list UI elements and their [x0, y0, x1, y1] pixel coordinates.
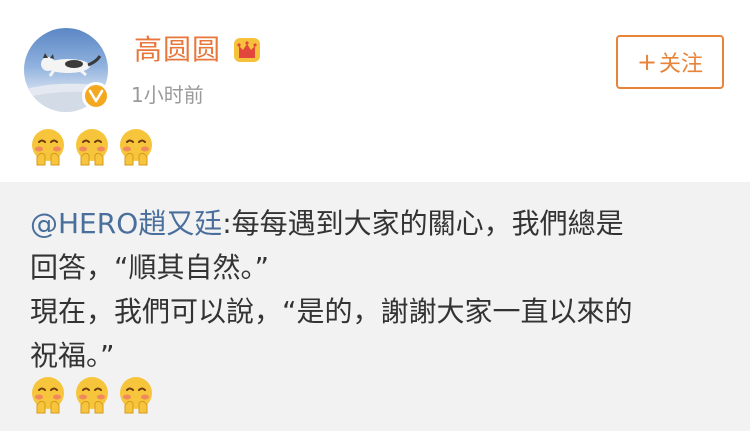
timestamp: 1小时前 [131, 83, 204, 107]
repost-line-4: 祝福。” [30, 339, 115, 372]
shy-blush-emoji [118, 127, 154, 167]
avatar-wrap[interactable] [24, 28, 110, 112]
shy-blush-emoji [30, 375, 66, 415]
crown-icon[interactable] [231, 35, 263, 65]
verified-v-icon [82, 82, 110, 110]
follow-button[interactable]: + 关注 [616, 35, 724, 89]
repost-line-1: @HERO趙又廷:每每遇到大家的關心，我們總是 [30, 202, 730, 246]
follow-label: 关注 [659, 52, 704, 77]
username[interactable]: 高圆圆 [134, 32, 221, 68]
shy-blush-emoji [30, 127, 66, 167]
repost-text: @HERO趙又廷:每每遇到大家的關心，我們總是 回答，“順其自然。” 現在，我們… [30, 202, 730, 378]
emoji-row-bottom [30, 375, 154, 415]
shy-blush-emoji [74, 375, 110, 415]
shy-blush-emoji [74, 127, 110, 167]
mention-link[interactable]: @HERO趙又廷 [30, 207, 222, 240]
repost-line-3: 現在，我們可以說，“是的，謝謝大家一直以來的 [30, 295, 633, 328]
repost-line-2: 回答，“順其自然。” [30, 251, 270, 284]
repost-line-1-text: :每每遇到大家的關心，我們總是 [222, 207, 624, 240]
shy-blush-emoji [118, 375, 154, 415]
plus-icon: + [636, 48, 658, 76]
post-header: 高圆圆 1小时前 + 关注 [0, 0, 750, 124]
emoji-row-top [30, 127, 154, 167]
